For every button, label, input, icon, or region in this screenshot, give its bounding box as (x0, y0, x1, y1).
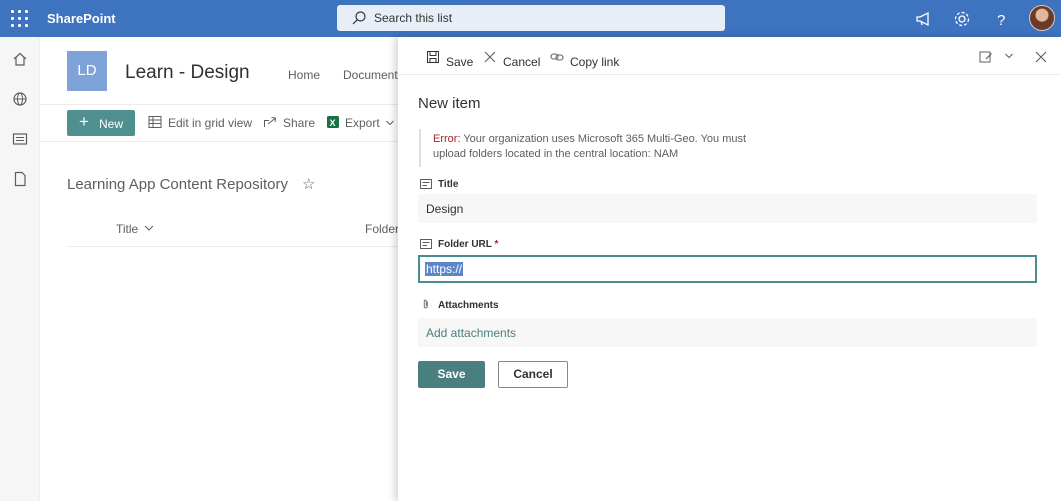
svg-text:X: X (330, 118, 336, 128)
search-icon (352, 11, 366, 25)
chevron-down-icon[interactable] (386, 120, 394, 126)
site-title[interactable]: Learn - Design (125, 62, 250, 84)
grid-view-icon[interactable] (148, 115, 162, 129)
chevron-down-icon[interactable] (1005, 53, 1013, 59)
user-avatar[interactable] (1029, 5, 1055, 31)
excel-icon[interactable]: X (326, 115, 340, 129)
toolbar-save-button[interactable]: Save (446, 55, 473, 69)
list-title: Learning App Content Repository (67, 176, 288, 193)
toolbar-copy-link-button[interactable]: Copy link (570, 55, 619, 69)
save-icon[interactable] (426, 50, 440, 64)
help-icon[interactable]: ? (991, 9, 1011, 29)
settings-gear-icon[interactable] (952, 9, 972, 29)
globe-icon[interactable] (12, 91, 28, 107)
error-message: Your organization uses Microsoft 365 Mul… (433, 133, 747, 160)
error-prefix: Error: (433, 133, 461, 145)
folder-url-label-text: Folder URL (438, 239, 492, 250)
left-rail (0, 37, 40, 501)
suite-bar: SharePoint Search this list ? (0, 0, 1061, 37)
new-button-label: New (99, 117, 124, 131)
share-icon[interactable] (263, 115, 277, 129)
toolbar-cancel-button[interactable]: Cancel (503, 55, 540, 69)
column-header-folder[interactable]: Folder (365, 222, 399, 236)
header-divider (40, 104, 400, 105)
new-item-panel: Save Cancel Copy link New item Error: Yo… (398, 37, 1061, 501)
attachments-field: Add attachments (418, 318, 1037, 347)
panel-title: New item (418, 95, 481, 112)
text-field-icon (420, 179, 432, 189)
app-brand[interactable]: SharePoint (47, 11, 116, 26)
title-field-value: Design (426, 202, 464, 216)
save-button[interactable]: Save (418, 361, 485, 388)
home-icon[interactable] (12, 51, 28, 67)
nav-link-documents[interactable]: Documents (343, 68, 404, 82)
document-icon[interactable] (12, 171, 28, 187)
site-logo[interactable]: LD (67, 51, 107, 91)
title-field-label: Title (438, 179, 459, 190)
search-box[interactable]: Search this list (337, 5, 725, 31)
search-placeholder: Search this list (374, 11, 453, 25)
export-button[interactable]: Export (345, 116, 380, 130)
error-message-box: Error: Your organization uses Microsoft … (419, 129, 749, 167)
text-field-icon (420, 239, 432, 249)
title-field[interactable]: Design (418, 194, 1037, 223)
attachments-field-label: Attachments (438, 300, 499, 311)
error-message-text: Error: Your organization uses Microsoft … (433, 132, 753, 162)
folder-url-input[interactable]: https:// (418, 255, 1037, 283)
command-bar-divider (40, 141, 400, 142)
paperclip-icon (423, 299, 428, 309)
cancel-x-icon[interactable] (483, 50, 497, 64)
add-attachments-link[interactable]: Add attachments (426, 326, 516, 340)
chevron-down-icon[interactable] (144, 224, 154, 232)
app-launcher-icon[interactable] (10, 9, 30, 29)
folder-url-value: https:// (425, 262, 464, 276)
megaphone-icon[interactable] (914, 9, 934, 29)
favorite-star-icon[interactable]: ☆ (302, 175, 315, 193)
link-icon[interactable] (550, 50, 564, 64)
panel-toolbar-divider (398, 74, 1061, 75)
plus-icon: + (79, 112, 89, 131)
share-button[interactable]: Share (283, 116, 315, 130)
folder-url-field-label: Folder URL * (438, 239, 498, 250)
nav-link-home[interactable]: Home (288, 68, 320, 82)
news-icon[interactable] (12, 131, 28, 147)
close-icon[interactable] (1034, 50, 1048, 64)
new-button[interactable]: + New (67, 110, 135, 136)
column-header-divider (67, 246, 400, 247)
column-header-title[interactable]: Title (116, 222, 138, 236)
svg-text:?: ? (997, 12, 1005, 29)
cancel-button[interactable]: Cancel (498, 361, 568, 388)
edit-form-icon[interactable] (979, 50, 993, 64)
required-asterisk: * (494, 239, 499, 250)
edit-in-grid-view-button[interactable]: Edit in grid view (168, 116, 252, 130)
